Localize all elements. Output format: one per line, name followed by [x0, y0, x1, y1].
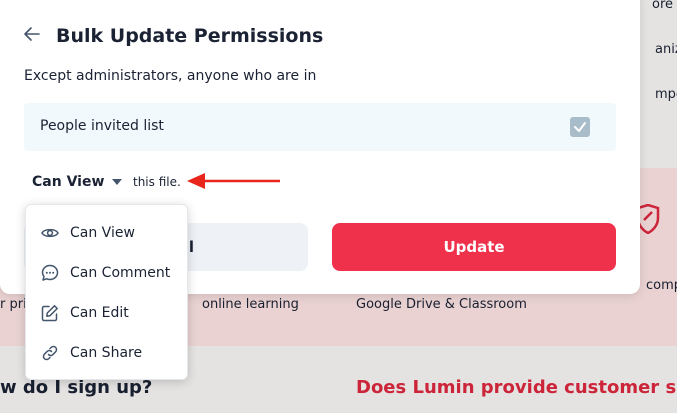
- menu-item-label: Can View: [70, 225, 135, 241]
- people-invited-list-checkbox[interactable]: [570, 117, 590, 137]
- people-invited-list-label: People invited list: [40, 118, 164, 134]
- modal-subtitle: Except administrators, anyone who are in: [24, 68, 317, 84]
- menu-item-label: Can Comment: [70, 265, 171, 281]
- menu-item-label: Can Edit: [70, 305, 129, 321]
- edit-icon: [41, 304, 59, 322]
- link-icon: [41, 344, 59, 362]
- checkmark-icon: [574, 122, 586, 132]
- caret-down-icon: [112, 179, 123, 185]
- menu-item-can-edit[interactable]: Can Edit: [26, 293, 187, 333]
- menu-item-can-view[interactable]: Can View: [26, 213, 187, 253]
- permission-dropdown[interactable]: Can View: [32, 174, 123, 190]
- permission-dropdown-value: Can View: [32, 174, 105, 190]
- annotation-arrow-icon: [187, 173, 280, 189]
- modal-title: Bulk Update Permissions: [56, 25, 324, 47]
- arrow-left-icon: [24, 27, 40, 41]
- permission-suffix-text: this file.: [133, 175, 181, 189]
- menu-item-can-comment[interactable]: Can Comment: [26, 253, 187, 293]
- comment-icon: [41, 264, 59, 282]
- update-button[interactable]: Update: [332, 223, 616, 271]
- menu-item-label: Can Share: [70, 345, 143, 361]
- permission-menu: Can View Can Comment Can Edit Can Share: [25, 204, 188, 380]
- menu-item-can-share[interactable]: Can Share: [26, 333, 187, 373]
- people-invited-list-option[interactable]: People invited list: [24, 103, 616, 151]
- back-button[interactable]: [22, 24, 42, 44]
- eye-icon: [41, 224, 59, 242]
